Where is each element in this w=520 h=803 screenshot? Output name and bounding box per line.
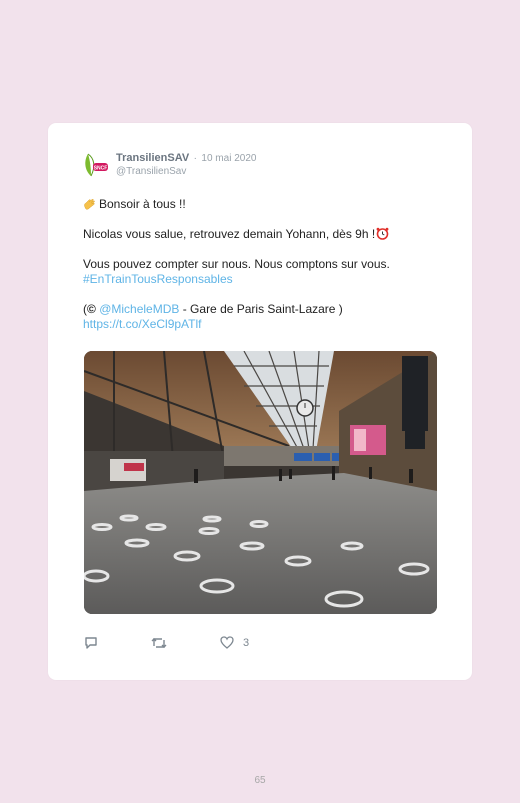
- tweet-line-trust: Vous pouvez compter sur nous. Nous compt…: [83, 257, 443, 287]
- copyright-icon: ©: [87, 302, 96, 316]
- tweet-date[interactable]: 10 mai 2020: [201, 153, 256, 164]
- waving-hand-icon: [84, 199, 95, 210]
- separator-dot: ·: [193, 153, 197, 164]
- hashtag-link[interactable]: #EnTrainTousResponsables: [83, 272, 443, 287]
- credit-location: - Gare de Paris Saint-Lazare ): [179, 302, 343, 316]
- tweet-header: SNCF TransilienSAV · 10 mai 2020 @Transi…: [82, 150, 256, 178]
- nicolas-text: Nicolas vous salue, retrouvez demain Yoh…: [83, 227, 376, 241]
- station-photo[interactable]: [84, 351, 437, 614]
- mention-link[interactable]: @MicheleMDB: [99, 302, 179, 316]
- tweet-line-nicolas: Nicolas vous salue, retrouvez demain Yoh…: [83, 227, 443, 242]
- tweet-body: Bonsoir à tous !! Nicolas vous salue, re…: [83, 197, 443, 347]
- train-station-photo-icon: [84, 351, 437, 614]
- short-link[interactable]: https://t.co/XeCl9pATlf: [83, 317, 443, 332]
- like-count: 3: [243, 636, 250, 649]
- retweet-button[interactable]: [151, 636, 167, 650]
- svg-text:SNCF: SNCF: [94, 165, 108, 171]
- tweet-card: SNCF TransilienSAV · 10 mai 2020 @Transi…: [48, 123, 472, 680]
- alarm-clock-icon: [376, 227, 389, 240]
- heart-icon: [220, 636, 234, 649]
- display-name[interactable]: TransilienSAV: [116, 152, 189, 164]
- tweet-actions: 3: [84, 636, 284, 652]
- like-button[interactable]: 3: [220, 636, 249, 649]
- reply-icon: [85, 637, 97, 649]
- reply-button[interactable]: [84, 636, 98, 650]
- user-handle[interactable]: @TransilienSav: [116, 165, 256, 178]
- tweet-line-credit: (© @MicheleMDB - Gare de Paris Saint-Laz…: [83, 302, 443, 332]
- page-number: 65: [254, 775, 266, 786]
- trust-text: Vous pouvez compter sur nous. Nous compt…: [83, 257, 390, 271]
- retweet-icon: [151, 638, 167, 648]
- tweet-line-greeting: Bonsoir à tous !!: [83, 197, 443, 212]
- greeting-text: Bonsoir à tous !!: [99, 197, 186, 211]
- transilien-logo-icon[interactable]: SNCF: [82, 150, 110, 178]
